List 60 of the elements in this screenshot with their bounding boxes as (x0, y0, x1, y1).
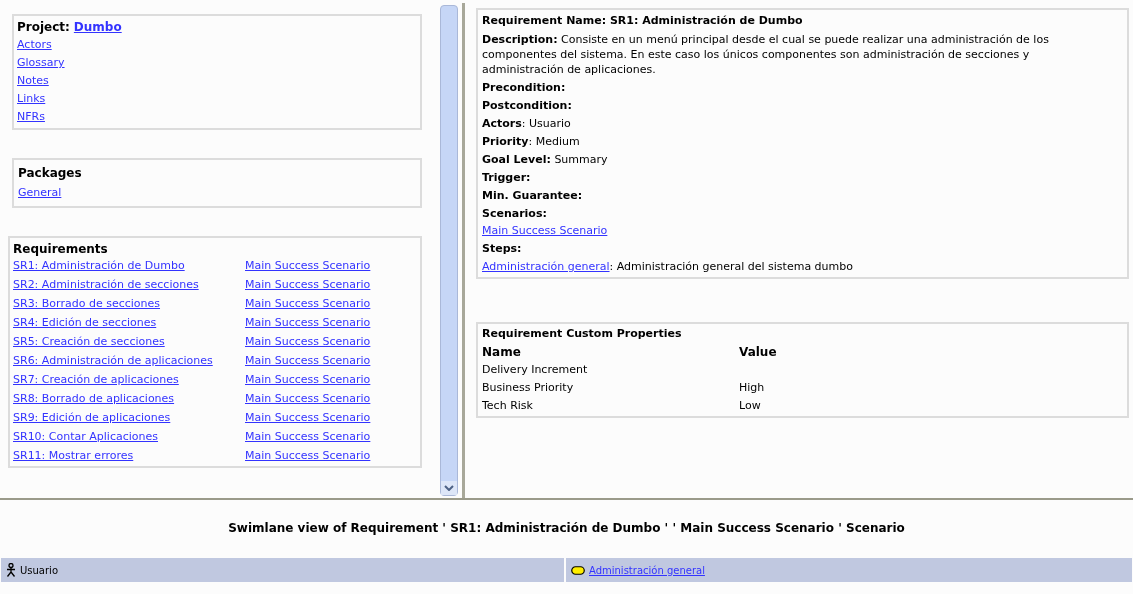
nav-link[interactable]: Actors (17, 36, 52, 54)
column-header: Name (482, 344, 521, 361)
scroll-down-icon[interactable] (441, 481, 457, 495)
requirement-link[interactable]: SR3: Borrado de secciones (13, 296, 160, 311)
detail-field: Postcondition: (482, 97, 592, 113)
detail-field: Priority: Medium (482, 133, 600, 149)
project-label: Project: (17, 19, 70, 36)
table-cell-text: Business Priority (482, 380, 574, 396)
scenario-link[interactable]: Main Success Scenario (245, 391, 371, 406)
detail-field: Description: Consiste en un menú principal desde el cual se puede realizar una administración de los componentes del sistema. En este caso los únicos componentes son administración de secciones y administración de aplicaciones. (482, 31, 1123, 77)
scrollbar[interactable] (440, 5, 458, 496)
table-cell-text: Tech Risk (482, 398, 533, 414)
requirement-link[interactable]: SR11: Mostrar errores (13, 448, 134, 463)
table-cell-text: Low (739, 398, 761, 414)
table-cell-text: Delivery Increment (482, 362, 588, 378)
step-link[interactable]: Administración general (482, 258, 610, 276)
requirement-link[interactable]: SR9: Edición de aplicaciones (13, 410, 171, 425)
requirement-link[interactable]: SR6: Administración de aplicaciones (13, 353, 213, 368)
detail-field: Precondition: (482, 79, 586, 95)
detail-field: Goal Level: Summary (482, 151, 628, 167)
requirement-link[interactable]: SR1: Administración de Dumbo (13, 258, 185, 273)
table-cell-text: High (739, 380, 765, 396)
column-header: Value (739, 344, 777, 361)
requirement-link[interactable]: SR4: Edición de secciones (13, 315, 157, 330)
scenario-link[interactable]: Main Success Scenario (245, 277, 371, 292)
scenario-link[interactable]: Main Success Scenario (245, 410, 371, 425)
panel-title: Requirements (13, 241, 108, 258)
nav-link[interactable]: Links (17, 90, 46, 108)
panel-title: Packages (18, 165, 82, 182)
actor-label: Usuario (20, 563, 58, 578)
step-description: : Administración general del sistema dumbo (609, 259, 853, 275)
detail-field: Trigger: (482, 169, 551, 185)
scenario-link[interactable]: Main Success Scenario (245, 448, 371, 463)
scenario-link[interactable]: Main Success Scenario (245, 296, 371, 311)
detail-field: Min. Guarantee: (482, 187, 603, 203)
requirement-name: Requirement Name: SR1: Administración de Dumbo (482, 13, 803, 29)
requirement-link[interactable]: SR7: Creación de aplicaciones (13, 372, 179, 387)
project-link[interactable]: Dumbo (73, 18, 122, 36)
package-link[interactable]: General (18, 183, 62, 203)
stick-figure-icon (6, 563, 16, 577)
scenario-link[interactable]: Main Success Scenario (245, 258, 371, 273)
steps-label: Steps: (482, 241, 522, 257)
nav-link[interactable]: NFRs (17, 108, 45, 126)
requirement-link[interactable]: SR2: Administración de secciones (13, 277, 199, 292)
nav-link[interactable]: Glossary (17, 54, 65, 72)
requirement-link[interactable]: SR5: Creación de secciones (13, 334, 165, 349)
nav-link[interactable]: Notes (17, 72, 49, 90)
scenario-link[interactable]: Main Success Scenario (245, 429, 371, 444)
detail-field: Scenarios: (482, 205, 567, 221)
detail-field: Actors: Usuario (482, 115, 591, 131)
scenario-link[interactable]: Main Success Scenario (245, 315, 371, 330)
swimlane-title: Swimlane view of Requirement ' SR1: Administración de Dumbo ' ' Main Success Scenario ' Scenario (228, 520, 905, 537)
scenario-link[interactable]: Main Success Scenario (482, 222, 608, 240)
step-link[interactable]: Administración general (589, 562, 705, 578)
scenario-link[interactable]: Main Success Scenario (245, 334, 371, 349)
scenario-link[interactable]: Main Success Scenario (245, 372, 371, 387)
requirement-link[interactable]: SR10: Contar Aplicaciones (13, 429, 158, 444)
scenario-link[interactable]: Main Success Scenario (245, 353, 371, 368)
panel-title: Requirement Custom Properties (482, 326, 683, 342)
requirement-link[interactable]: SR8: Borrado de aplicaciones (13, 391, 175, 406)
